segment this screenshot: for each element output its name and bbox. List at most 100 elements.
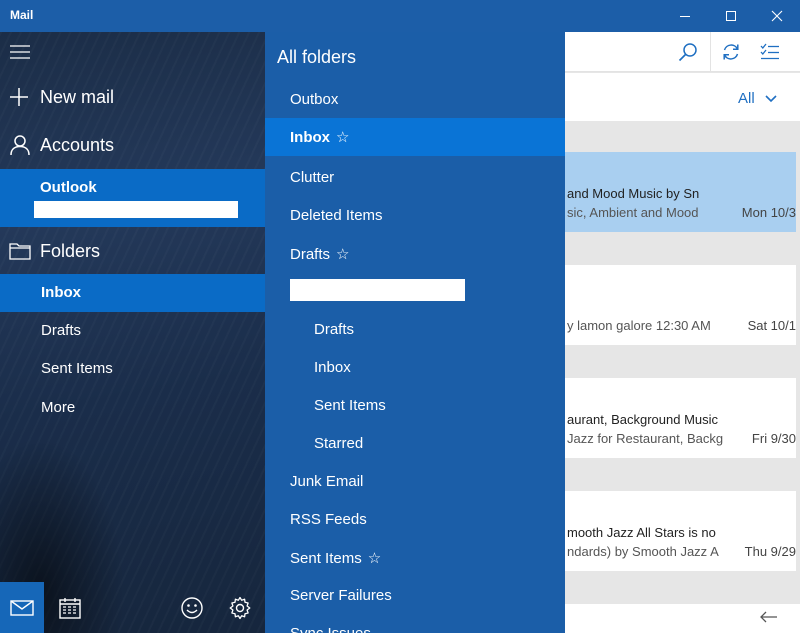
folder-label: Deleted Items: [290, 207, 383, 224]
navigation-pane: New mail Accounts Outlook Folders Inbox …: [0, 32, 265, 633]
flyout-subfolder-drafts[interactable]: Drafts: [265, 311, 565, 349]
close-button[interactable]: [754, 0, 800, 32]
flyout-folder-junk-email[interactable]: Junk Email: [265, 463, 565, 501]
app-switcher-bar: [0, 582, 265, 633]
message-item[interactable]: and Mood Music by Sn sic, Ambient and Mo…: [565, 152, 796, 232]
new-mail-label: New mail: [40, 86, 115, 107]
message-date: Mon 10/3: [735, 205, 796, 220]
sync-button[interactable]: [710, 32, 750, 72]
sidebar-folder-more[interactable]: More: [0, 389, 265, 427]
chevron-down-icon: [765, 94, 777, 102]
sidebar-folder-sent-items[interactable]: Sent Items: [0, 350, 265, 388]
favorite-star-icon[interactable]: ☆: [368, 549, 381, 567]
message-preview: sic, Ambient and Mood: [567, 205, 699, 220]
flyout-folder-clutter[interactable]: Clutter: [265, 159, 565, 197]
accounts-button[interactable]: Accounts: [0, 126, 265, 164]
folder-label: Junk Email: [290, 473, 364, 490]
title-bar: Mail: [0, 0, 800, 32]
feedback-button[interactable]: [170, 582, 214, 633]
back-arrow-icon[interactable]: [760, 611, 778, 623]
person-icon: [10, 135, 30, 156]
flyout-folder-sync-issues[interactable]: Sync Issues: [265, 615, 565, 633]
folder-label: Sent Items: [41, 360, 113, 377]
message-date: Sat 10/1: [741, 318, 796, 333]
sidebar-folder-drafts[interactable]: Drafts: [0, 312, 265, 350]
filter-value: All: [738, 90, 755, 107]
message-item[interactable]: aurant, Background Music Jazz for Restau…: [565, 378, 796, 458]
smiley-icon: [181, 596, 203, 619]
folder-label: Drafts: [314, 321, 355, 338]
folder-label: Starred: [314, 435, 364, 452]
favorite-star-icon[interactable]: ☆: [336, 245, 349, 263]
settings-button[interactable]: [218, 582, 262, 633]
folder-label: Drafts: [41, 322, 82, 339]
mail-icon: [10, 599, 34, 616]
flyout-folder-redacted[interactable]: [290, 279, 465, 301]
message-date: Fri 9/30: [745, 431, 796, 446]
message-preview: y lamon galore 12:30 AM: [567, 318, 711, 333]
calendar-icon: [59, 597, 81, 619]
folder-label: More: [41, 399, 76, 416]
filter-dropdown[interactable]: All: [738, 90, 777, 107]
folder-label: Outbox: [290, 91, 339, 108]
folder-icon: [9, 243, 31, 260]
close-icon: [771, 10, 783, 22]
folder-label: RSS Feeds: [290, 511, 367, 528]
message-filter-bar: All: [565, 73, 800, 121]
account-name: Outlook: [40, 179, 97, 196]
minimize-icon: [680, 16, 690, 17]
flyout-folder-server-failures[interactable]: Server Failures: [265, 577, 565, 615]
message-subject: and Mood Music by Sn: [567, 186, 700, 201]
accounts-label: Accounts: [40, 134, 115, 155]
folder-label: Inbox: [314, 359, 351, 376]
message-item[interactable]: y lamon galore 12:30 AM Sat 10/1: [565, 265, 796, 345]
folder-label: Drafts: [290, 245, 331, 263]
folders-label: Folders: [40, 240, 101, 261]
flyout-folder-outbox[interactable]: Outbox: [265, 81, 565, 119]
message-subject: mooth Jazz All Stars is no: [567, 525, 716, 540]
all-folders-flyout: All folders Outbox Inbox ☆ Clutter Delete…: [265, 32, 565, 633]
account-item-outlook[interactable]: Outlook: [0, 169, 265, 227]
app-title: Mail: [10, 8, 34, 22]
message-list-footer: [565, 604, 800, 633]
folder-label: Sent Items: [290, 549, 362, 567]
plus-icon: [10, 88, 28, 106]
message-date: Thu 9/29: [738, 544, 796, 559]
minimize-button[interactable]: [662, 0, 708, 32]
new-mail-button[interactable]: New mail: [0, 78, 265, 116]
selection-mode-button[interactable]: [750, 32, 790, 72]
message-preview: Jazz for Restaurant, Backg: [567, 431, 724, 446]
favorite-star-icon[interactable]: ☆: [336, 128, 349, 146]
folder-label: Server Failures: [290, 587, 392, 604]
flyout-folder-sent-items[interactable]: Sent Items ☆: [265, 539, 565, 577]
maximize-button[interactable]: [708, 0, 754, 32]
flyout-folder-inbox[interactable]: Inbox ☆: [265, 118, 565, 156]
maximize-icon: [726, 11, 736, 21]
message-subject: aurant, Background Music: [567, 412, 719, 427]
folder-label: Clutter: [290, 169, 335, 186]
calendar-app-button[interactable]: [48, 582, 92, 633]
message-preview: ndards) by Smooth Jazz A: [567, 544, 719, 559]
gear-icon: [229, 596, 251, 619]
flyout-title: All folders: [277, 47, 357, 67]
folder-label: Sync Issues: [290, 625, 371, 633]
message-list-pane: All and Mood Music by Sn sic, Ambient an…: [565, 32, 800, 633]
folders-button[interactable]: Folders: [0, 232, 265, 270]
account-email-redacted: [34, 201, 238, 218]
flyout-folder-deleted-items[interactable]: Deleted Items: [265, 197, 565, 235]
hamburger-menu-icon[interactable]: [10, 45, 30, 59]
sidebar-folder-inbox[interactable]: Inbox: [0, 274, 265, 312]
message-list-toolbar: [565, 32, 800, 72]
flyout-subfolder-inbox[interactable]: Inbox: [265, 349, 565, 387]
flyout-subfolder-starred[interactable]: Starred: [265, 425, 565, 463]
folder-label: Inbox: [290, 128, 330, 146]
mail-app-button[interactable]: [0, 582, 44, 633]
flyout-folder-rss-feeds[interactable]: RSS Feeds: [265, 501, 565, 539]
folder-label: Inbox: [41, 284, 81, 301]
message-item[interactable]: mooth Jazz All Stars is no ndards) by Sm…: [565, 491, 796, 571]
flyout-subfolder-sent-items[interactable]: Sent Items: [265, 387, 565, 425]
checklist-icon: [760, 43, 779, 60]
folder-label: Sent Items: [314, 397, 386, 414]
flyout-folder-drafts[interactable]: Drafts ☆: [265, 235, 565, 273]
search-button[interactable]: [668, 32, 708, 72]
